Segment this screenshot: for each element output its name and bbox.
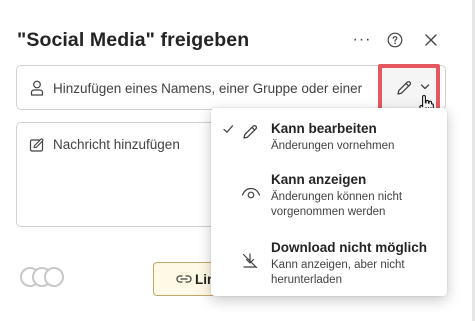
person-icon xyxy=(30,80,44,96)
share-dialog: "Social Media" freigeben ··· Hinzufügen … xyxy=(0,0,475,321)
help-icon xyxy=(387,32,403,48)
menu-item-title: Kann anzeigen xyxy=(271,172,367,187)
message-textarea[interactable]: Nachricht hinzufügen xyxy=(16,122,216,227)
menu-item-can-edit[interactable]: Kann bearbeiten Änderungen vornehmen xyxy=(211,121,447,167)
menu-item-can-view[interactable]: Kann anzeigen Änderungen können nicht vo… xyxy=(211,172,447,226)
menu-item-subtitle: Änderungen vornehmen xyxy=(271,140,395,152)
menu-item-title: Download nicht möglich xyxy=(271,240,427,255)
close-button[interactable] xyxy=(419,28,443,52)
edit-message-icon xyxy=(29,138,44,152)
dialog-title: "Social Media" freigeben xyxy=(17,29,250,51)
menu-item-title: Kann bearbeiten xyxy=(271,121,377,136)
avatar xyxy=(44,267,64,287)
menu-item-subtitle: Kann anzeigen, aber nicht herunterladen xyxy=(271,259,405,286)
menu-item-subtitle: Änderungen können nicht vorgenommen werd… xyxy=(271,191,403,218)
checkmark-icon xyxy=(223,125,234,133)
eye-icon xyxy=(241,187,261,199)
no-download-icon xyxy=(242,253,258,269)
help-button[interactable] xyxy=(383,28,407,52)
close-icon xyxy=(425,34,437,46)
permission-menu: Kann bearbeiten Änderungen vornehmen Kan… xyxy=(211,108,447,296)
link-icon xyxy=(176,275,192,283)
shared-with-avatars[interactable] xyxy=(20,265,72,289)
chevron-down-icon xyxy=(420,84,430,90)
menu-item-no-download[interactable]: Download nicht möglich Kann anzeigen, ab… xyxy=(211,240,447,290)
pencil-icon xyxy=(397,80,412,95)
share-input-placeholder: Hinzufügen eines Namens, einer Gruppe od… xyxy=(53,81,363,96)
more-options-button[interactable]: ··· xyxy=(350,28,374,52)
message-placeholder: Nachricht hinzufügen xyxy=(53,137,180,152)
pencil-icon xyxy=(243,124,258,139)
